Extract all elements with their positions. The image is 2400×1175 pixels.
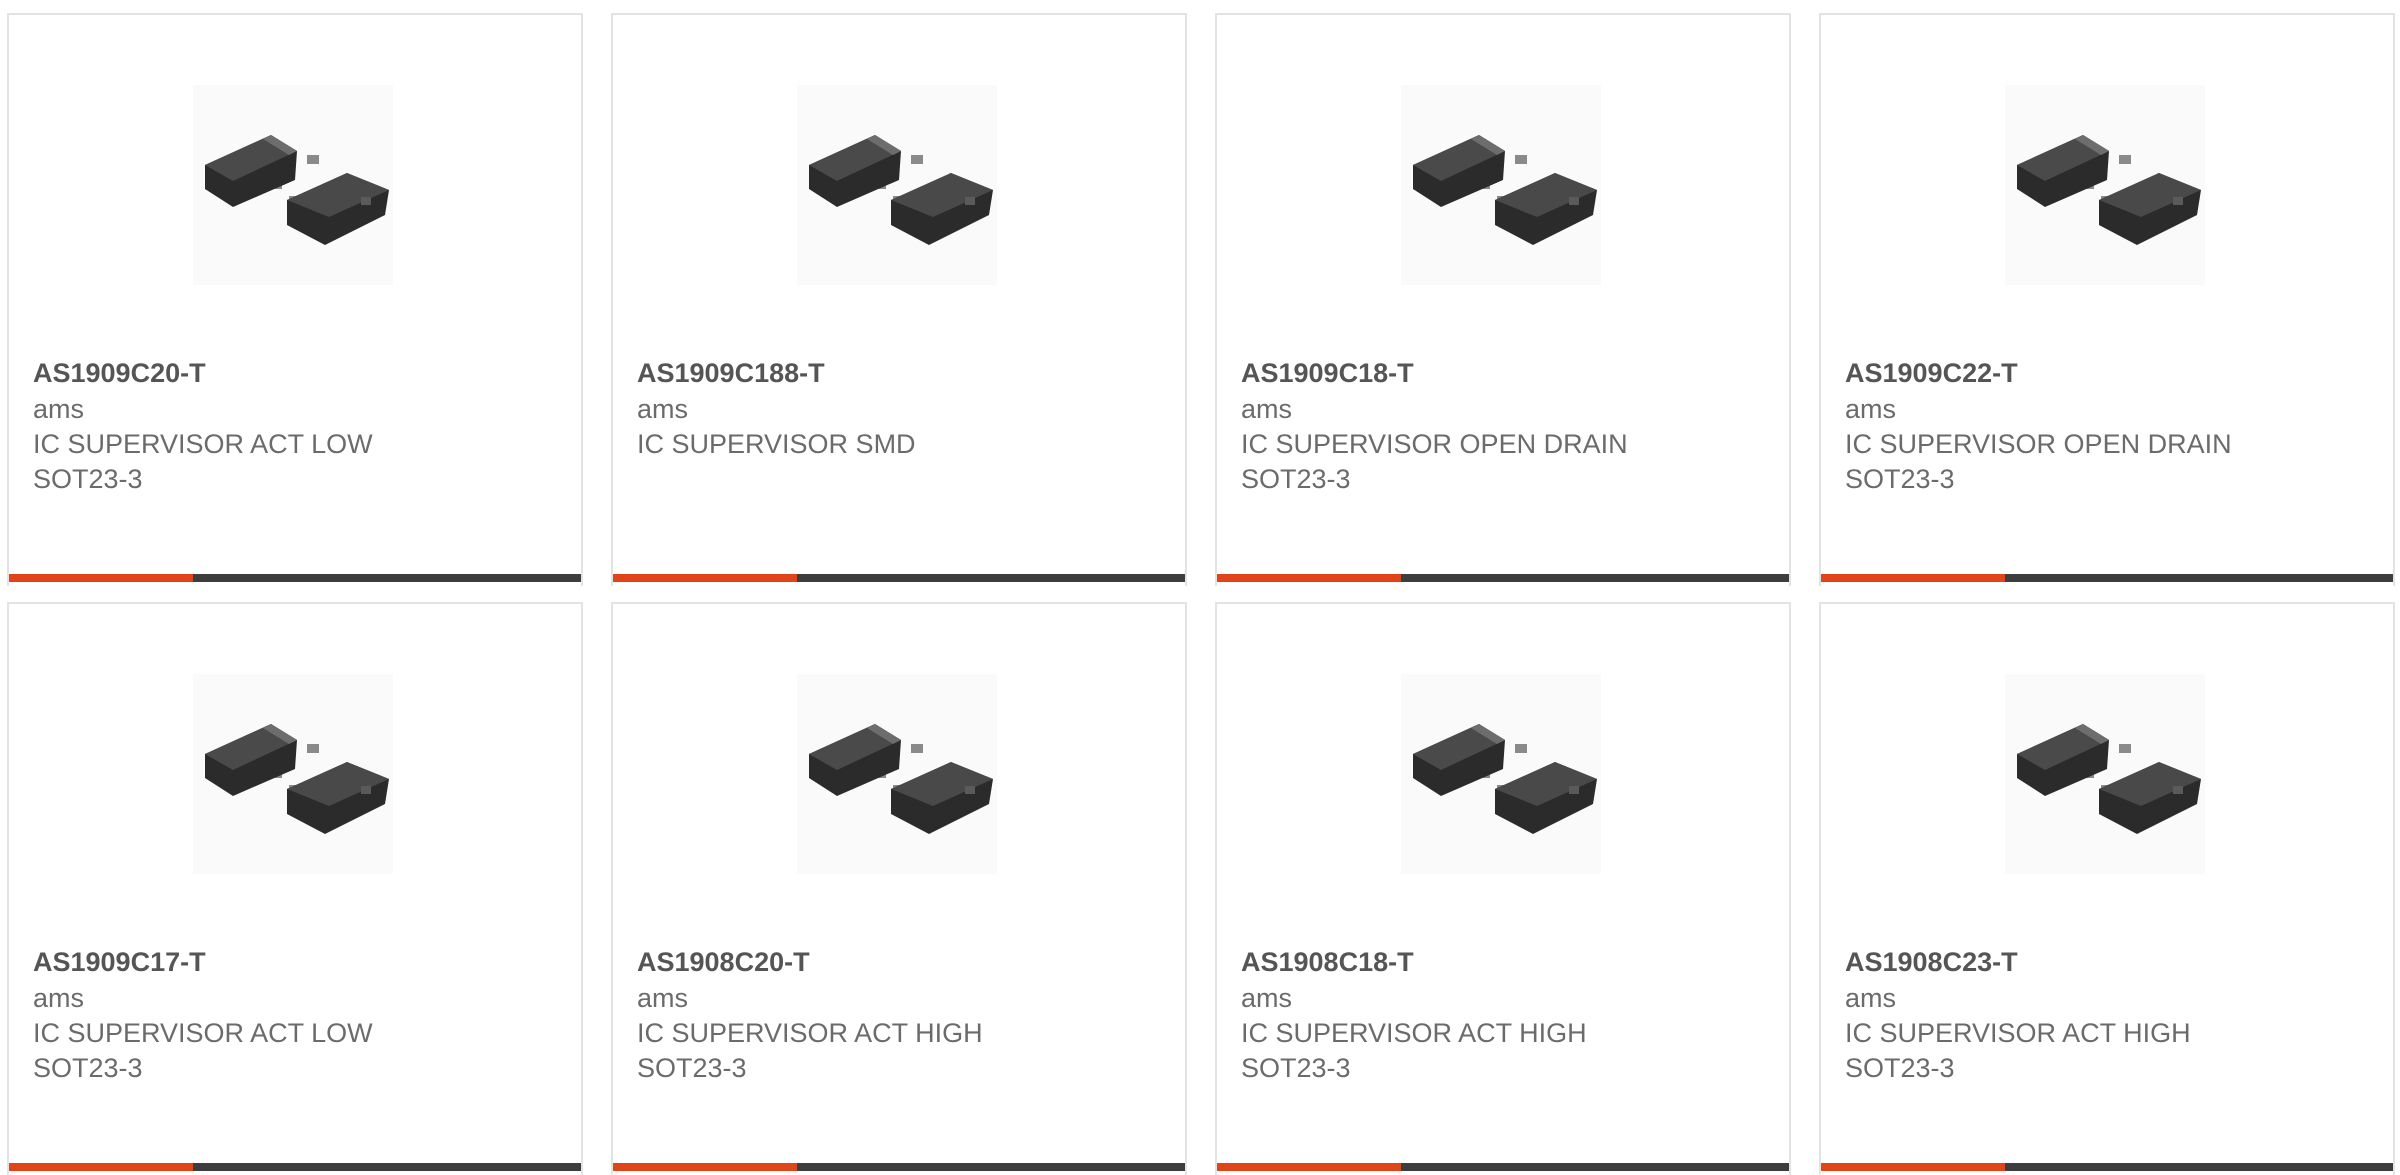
manufacturer-label: ams (33, 394, 85, 424)
part-number-link[interactable]: AS1909C22-T (1845, 354, 2373, 392)
product-image[interactable] (797, 674, 997, 874)
part-number-link[interactable]: AS1909C20-T (33, 354, 561, 392)
card-footer-bar (9, 1163, 581, 1171)
product-image[interactable] (1401, 674, 1601, 874)
part-number-link[interactable]: AS1908C20-T (637, 943, 1165, 981)
card-accent-bar (9, 574, 193, 582)
product-card[interactable]: AS1908C20-T ams IC SUPERVISOR ACT HIGH S… (611, 602, 1187, 1175)
sot23-3-package-icon (2017, 135, 2201, 245)
package-line: SOT23-3 (1845, 464, 1955, 494)
description-line: IC SUPERVISOR SMD (637, 429, 916, 459)
product-info: AS1909C20-T ams IC SUPERVISOR ACT LOW SO… (33, 354, 561, 497)
sot23-3-package-icon (2017, 724, 2201, 834)
card-footer-bar (1821, 574, 2393, 582)
product-card[interactable]: AS1909C18-T ams IC SUPERVISOR OPEN DRAIN… (1215, 13, 1791, 586)
card-accent-bar (9, 1163, 193, 1171)
product-card[interactable]: AS1909C188-T ams IC SUPERVISOR SMD (611, 13, 1187, 586)
card-footer-bar (1217, 1163, 1789, 1171)
card-accent-bar (1217, 1163, 1401, 1171)
card-accent-bar (613, 1163, 797, 1171)
description-line: IC SUPERVISOR ACT HIGH (1845, 1018, 2191, 1048)
manufacturer-label: ams (1845, 983, 1897, 1013)
manufacturer-label: ams (637, 983, 689, 1013)
manufacturer-label: ams (637, 394, 689, 424)
package-line: SOT23-3 (1241, 464, 1351, 494)
description-line: IC SUPERVISOR ACT LOW (33, 429, 373, 459)
sot23-3-package-icon (205, 724, 389, 834)
product-image[interactable] (2005, 674, 2205, 874)
part-number-link[interactable]: AS1909C17-T (33, 943, 561, 981)
package-line: SOT23-3 (33, 464, 143, 494)
description-line: IC SUPERVISOR ACT HIGH (1241, 1018, 1587, 1048)
manufacturer-label: ams (1241, 983, 1293, 1013)
part-number-link[interactable]: AS1909C18-T (1241, 354, 1769, 392)
part-number-link[interactable]: AS1908C18-T (1241, 943, 1769, 981)
sot23-3-package-icon (809, 724, 993, 834)
card-accent-bar (1821, 574, 2005, 582)
card-footer-bar (1821, 1163, 2393, 1171)
card-accent-bar (1217, 574, 1401, 582)
card-accent-bar (1821, 1163, 2005, 1171)
product-image[interactable] (193, 85, 393, 285)
sot23-3-package-icon (809, 135, 993, 245)
package-line: SOT23-3 (1241, 1053, 1351, 1083)
part-number-link[interactable]: AS1909C188-T (637, 354, 1165, 392)
card-accent-bar (613, 574, 797, 582)
description-line: IC SUPERVISOR OPEN DRAIN (1845, 429, 2232, 459)
package-line: SOT23-3 (637, 1053, 747, 1083)
card-footer-bar (1217, 574, 1789, 582)
package-line: SOT23-3 (1845, 1053, 1955, 1083)
manufacturer-label: ams (1241, 394, 1293, 424)
product-info: AS1909C18-T ams IC SUPERVISOR OPEN DRAIN… (1241, 354, 1769, 497)
sot23-3-package-icon (1413, 135, 1597, 245)
card-footer-bar (9, 574, 581, 582)
product-info: AS1909C188-T ams IC SUPERVISOR SMD (637, 354, 1165, 462)
product-card[interactable]: AS1908C23-T ams IC SUPERVISOR ACT HIGH S… (1819, 602, 2395, 1175)
product-card[interactable]: AS1909C17-T ams IC SUPERVISOR ACT LOW SO… (7, 602, 583, 1175)
description-line: IC SUPERVISOR ACT HIGH (637, 1018, 983, 1048)
manufacturer-label: ams (33, 983, 85, 1013)
product-info: AS1908C23-T ams IC SUPERVISOR ACT HIGH S… (1845, 943, 2373, 1086)
part-number-link[interactable]: AS1908C23-T (1845, 943, 2373, 981)
product-card[interactable]: AS1908C18-T ams IC SUPERVISOR ACT HIGH S… (1215, 602, 1791, 1175)
product-image[interactable] (2005, 85, 2205, 285)
card-footer-bar (613, 574, 1185, 582)
description-line: IC SUPERVISOR OPEN DRAIN (1241, 429, 1628, 459)
product-grid: AS1909C20-T ams IC SUPERVISOR ACT LOW SO… (0, 0, 2400, 1175)
product-info: AS1908C18-T ams IC SUPERVISOR ACT HIGH S… (1241, 943, 1769, 1086)
product-image[interactable] (797, 85, 997, 285)
description-line: IC SUPERVISOR ACT LOW (33, 1018, 373, 1048)
product-card[interactable]: AS1909C20-T ams IC SUPERVISOR ACT LOW SO… (7, 13, 583, 586)
card-footer-bar (613, 1163, 1185, 1171)
product-info: AS1908C20-T ams IC SUPERVISOR ACT HIGH S… (637, 943, 1165, 1086)
product-image[interactable] (193, 674, 393, 874)
product-card[interactable]: AS1909C22-T ams IC SUPERVISOR OPEN DRAIN… (1819, 13, 2395, 586)
sot23-3-package-icon (205, 135, 389, 245)
manufacturer-label: ams (1845, 394, 1897, 424)
package-line: SOT23-3 (33, 1053, 143, 1083)
product-image[interactable] (1401, 85, 1601, 285)
product-info: AS1909C22-T ams IC SUPERVISOR OPEN DRAIN… (1845, 354, 2373, 497)
sot23-3-package-icon (1413, 724, 1597, 834)
product-info: AS1909C17-T ams IC SUPERVISOR ACT LOW SO… (33, 943, 561, 1086)
